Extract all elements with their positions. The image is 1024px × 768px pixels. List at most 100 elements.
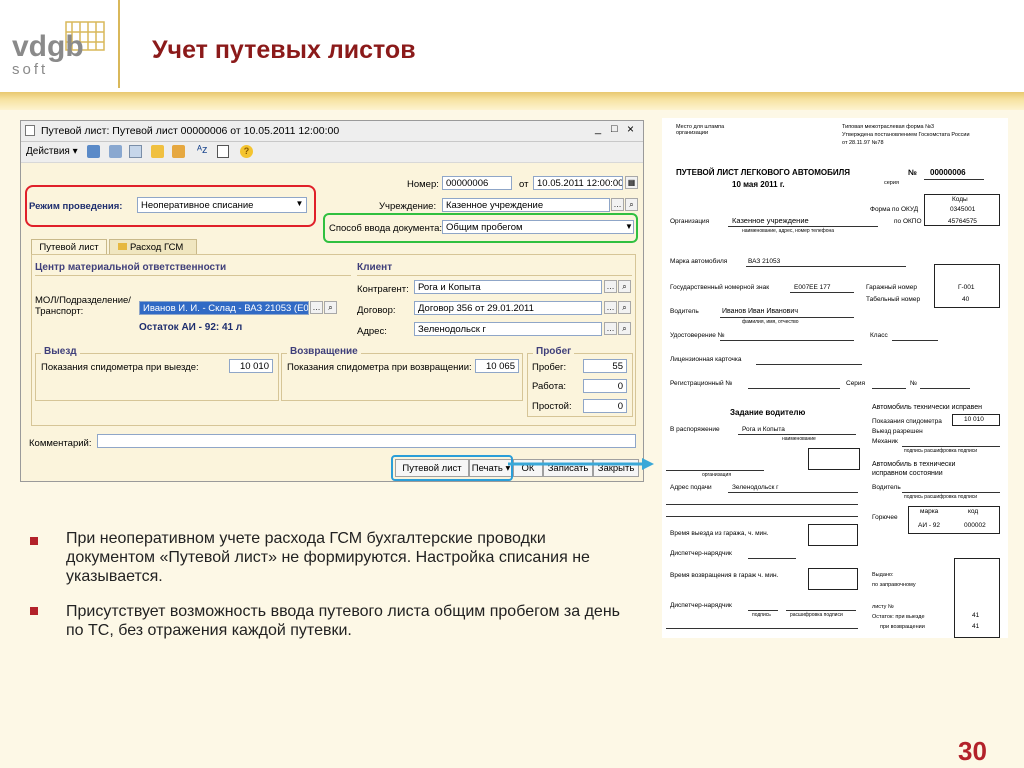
by-order-label: по заправочному xyxy=(872,582,916,588)
tab-waybill[interactable]: Путевой лист xyxy=(31,239,107,255)
date-field[interactable]: 10.05.2011 12:00:00 xyxy=(533,176,623,190)
counterparty-label: Контрагент: xyxy=(357,284,409,295)
sign-caption: подпись расшифровка подписи xyxy=(904,448,978,454)
idle-field[interactable]: 0 xyxy=(583,399,627,413)
calendar-icon[interactable]: ▦ xyxy=(625,176,638,189)
speedo-label: Показания спидометра xyxy=(872,418,942,425)
select-button[interactable]: … xyxy=(310,301,323,314)
doc-title: ПУТЕВОЙ ЛИСТ ЛЕГКОВОГО АВТОМОБИЛЯ xyxy=(676,168,850,177)
sort-icon[interactable]: ᴬz xyxy=(197,144,207,156)
maximize-button[interactable]: □ xyxy=(611,123,618,135)
org-field[interactable]: Казенное учреждение xyxy=(442,198,610,212)
header-band xyxy=(0,92,1024,110)
report-icon[interactable] xyxy=(217,145,229,158)
document-icon xyxy=(25,125,35,136)
save-icon[interactable] xyxy=(109,145,122,158)
close-icon[interactable]: × xyxy=(627,122,634,136)
vdgb-logo: vdgb soft xyxy=(12,21,105,78)
departure-title: Выезд xyxy=(41,346,80,357)
contract-field[interactable]: Договор 356 от 29.01.2011 xyxy=(414,301,602,315)
underline xyxy=(746,266,906,267)
folder-icon xyxy=(118,243,127,250)
tab-label: Табельный номер xyxy=(866,296,921,303)
underline xyxy=(756,364,862,365)
okud-label: Форма по ОКУД xyxy=(870,206,919,213)
org-value: Казенное учреждение xyxy=(732,216,809,225)
return-time-label: Время возвращения в гараж ч. мин. xyxy=(670,572,779,579)
brand-header: марка xyxy=(920,508,939,515)
underline xyxy=(920,388,970,389)
search-icon[interactable]: ⌕ xyxy=(625,198,638,211)
client-title: Клиент xyxy=(357,262,393,273)
post-icon[interactable] xyxy=(87,145,100,158)
underline xyxy=(666,516,858,517)
okpo-value: 45764575 xyxy=(948,218,977,225)
disposal-label: В распоряжение xyxy=(670,426,720,433)
exit-time-box xyxy=(808,524,858,546)
comment-field[interactable] xyxy=(97,434,636,448)
address-value: Зеленодольск г xyxy=(732,484,779,491)
underline xyxy=(872,388,906,389)
underline xyxy=(924,179,984,180)
bullet-text-1: При неоперативном учете расхода ГСМ бухг… xyxy=(66,530,590,585)
driver-caption: фамилия, имя, отчество xyxy=(742,319,799,325)
issued-label: Выдано: xyxy=(872,572,894,578)
address-field[interactable]: Зеленодольск г xyxy=(414,322,602,336)
search-icon[interactable]: ⌕ xyxy=(618,322,631,335)
number-field[interactable]: 00000006 xyxy=(442,176,512,190)
departure-odometer[interactable]: 10 010 xyxy=(229,359,273,373)
underline xyxy=(728,226,878,227)
window-titlebar[interactable]: Путевой лист: Путевой лист 00000006 от 1… xyxy=(21,121,643,142)
folder-icon[interactable] xyxy=(151,145,164,158)
code-header: код xyxy=(968,508,979,515)
org-caption: наименование, адрес, номер телефона xyxy=(742,228,835,234)
dispatcher1-label: Диспетчер-нарядчик xyxy=(670,550,732,557)
return-odometer[interactable]: 10 065 xyxy=(475,359,519,373)
stamp-place: Место для штампа организации xyxy=(676,124,725,136)
series-caption: серия xyxy=(884,180,899,186)
copy-icon[interactable] xyxy=(129,145,142,158)
select-button[interactable]: … xyxy=(611,198,624,211)
search-icon[interactable]: ⌕ xyxy=(618,301,631,314)
search-icon[interactable]: ⌕ xyxy=(324,301,337,314)
mode-highlight xyxy=(25,185,316,227)
exit-time-label: Время выезда из гаража, ч. мин. xyxy=(670,530,769,537)
fuel-label: Горючее xyxy=(872,514,898,521)
departure-label: Показания спидометра при выезде: xyxy=(41,362,199,373)
driver-value: Иванов Иван Иванович xyxy=(722,308,798,315)
disposal-caption: наименование xyxy=(782,436,816,442)
actions-menu[interactable]: Действия ▾ xyxy=(26,146,78,157)
tab-fuel[interactable]: Расход ГСМ xyxy=(109,239,197,255)
help-icon[interactable]: ? xyxy=(240,145,253,158)
org-caption-2: организация xyxy=(702,472,732,478)
remain-return-value: 41 xyxy=(972,623,980,630)
okud-value: 0345001 xyxy=(950,206,976,213)
return-label: Показания спидометра при возвращении: xyxy=(287,362,472,373)
okpo-label: по ОКПО xyxy=(894,218,922,225)
slide-header: vdgb soft Учет путевых листов xyxy=(0,0,1024,96)
svg-text:vdgb: vdgb xyxy=(12,30,84,63)
form-approved: Утверждена постановлением Госкомстата Ро… xyxy=(842,132,970,138)
underline xyxy=(892,340,938,341)
no-label: № xyxy=(910,380,917,387)
waybill-printout: Место для штампа организации Типовая меж… xyxy=(662,118,1008,638)
minimize-button[interactable]: _ xyxy=(595,123,601,135)
counterparty-field[interactable]: Рога и Копыта xyxy=(414,280,602,294)
slide-title: Учет путевых листов xyxy=(152,36,416,64)
select-button[interactable]: … xyxy=(604,322,617,335)
mol-field[interactable]: Иванов И. И. - Склад - ВАЗ 21053 (Е0С xyxy=(139,301,309,315)
codes-header: Коды xyxy=(952,196,968,203)
tab-fuel-label: Расход ГСМ xyxy=(130,242,184,253)
print-highlight xyxy=(391,455,513,481)
underline xyxy=(902,492,1000,493)
address-label: Адрес: xyxy=(357,326,387,337)
structure-icon[interactable] xyxy=(172,145,185,158)
search-icon[interactable]: ⌕ xyxy=(618,280,631,293)
underline xyxy=(902,446,1000,447)
contract-label: Договор: xyxy=(357,305,396,316)
run-field[interactable]: 55 xyxy=(583,359,627,373)
select-button[interactable]: … xyxy=(604,280,617,293)
work-field[interactable]: 0 xyxy=(583,379,627,393)
select-button[interactable]: … xyxy=(604,301,617,314)
run-label: Пробег: xyxy=(532,362,567,373)
